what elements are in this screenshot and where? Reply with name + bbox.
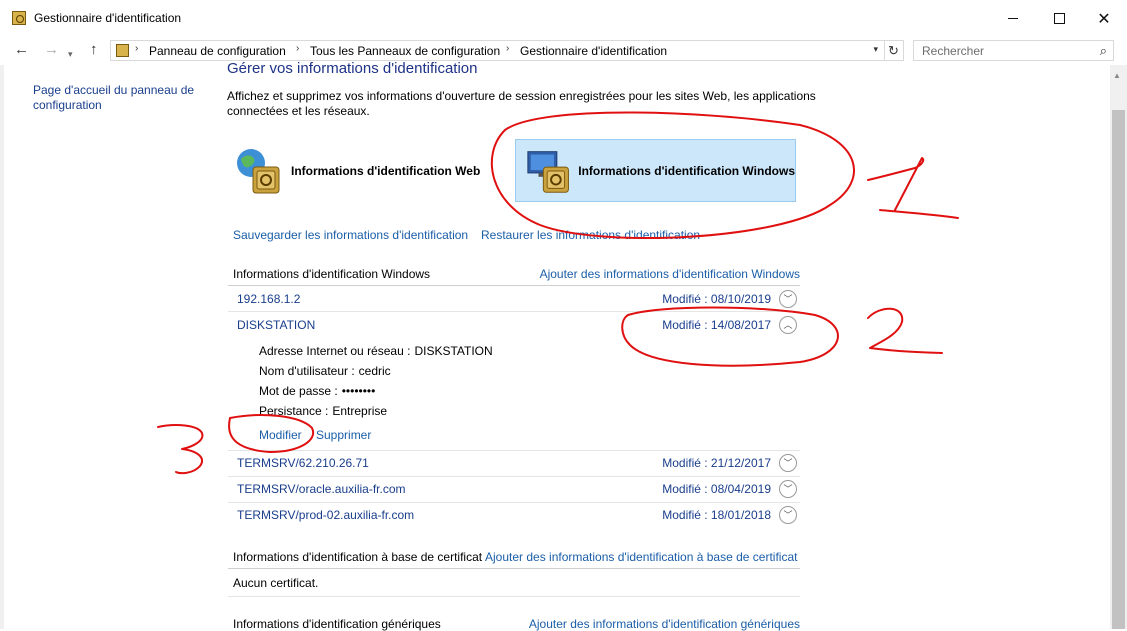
divider	[228, 285, 800, 286]
control-panel-icon	[116, 44, 129, 57]
left-edge	[0, 65, 4, 629]
detail-username-label: Nom d'utilisateur :	[259, 364, 355, 378]
minimize-button[interactable]	[990, 0, 1036, 37]
divider	[228, 311, 800, 312]
backup-credentials-link[interactable]: Sauvegarder les informations d'identific…	[233, 228, 468, 242]
search-placeholder: Rechercher	[922, 44, 985, 58]
breadcrumb-control-panel[interactable]: Panneau de configuration	[149, 44, 286, 58]
scrollbar-thumb[interactable]	[1112, 110, 1125, 629]
credential-manager-icon	[12, 11, 26, 25]
collapse-chevron-up-icon[interactable]: ︿	[779, 316, 797, 334]
address-bar[interactable]: › Panneau de configuration › Tous les Pa…	[110, 40, 885, 61]
credential-item-modified: Modifié : 21/12/2017	[662, 456, 771, 470]
no-certificate-text: Aucun certificat.	[233, 576, 319, 590]
credential-item-name[interactable]: TERMSRV/oracle.auxilia-fr.com	[237, 482, 406, 496]
divider	[228, 476, 800, 477]
divider	[228, 450, 800, 451]
credential-item-name[interactable]: TERMSRV/prod-02.auxilia-fr.com	[237, 508, 414, 522]
breadcrumb-separator-icon[interactable]: ›	[135, 43, 138, 54]
expand-chevron-down-icon[interactable]: ﹀	[779, 290, 797, 308]
detail-persistence-label: Persistance :	[259, 404, 329, 418]
detail-password-label: Mot de passe :	[259, 384, 338, 398]
detail-password-value: ••••••••	[341, 384, 376, 398]
back-arrow-icon[interactable]: ←	[14, 42, 29, 58]
credential-item-modified: Modifié : 18/01/2018	[662, 508, 771, 522]
credential-item-name[interactable]: TERMSRV/62.210.26.71	[237, 456, 369, 470]
divider	[228, 568, 800, 569]
windows-credentials-icon	[527, 150, 569, 193]
title-bar: Gestionnaire d'identification ✕	[0, 0, 1127, 37]
breadcrumb-all-panels[interactable]: Tous les Panneaux de configuration	[310, 44, 500, 58]
search-input[interactable]: Rechercher ⌕	[913, 40, 1114, 61]
detail-persistence-value: Entreprise	[332, 404, 388, 418]
address-dropdown-chevron-icon[interactable]: ▾	[873, 44, 878, 55]
detail-password: Mot de passe : ••••••••	[259, 384, 375, 398]
window-title: Gestionnaire d'identification	[34, 11, 182, 25]
divider	[228, 596, 800, 597]
credential-item-modified: Modifié : 08/10/2019	[662, 292, 771, 306]
credential-item-name[interactable]: 192.168.1.2	[237, 292, 300, 306]
web-credentials-icon	[237, 148, 280, 193]
maximize-icon	[1053, 13, 1065, 24]
expand-chevron-down-icon[interactable]: ﹀	[779, 454, 797, 472]
detail-address-label: Adresse Internet ou réseau :	[259, 344, 411, 358]
credential-item-modified: Modifié : 08/04/2019	[662, 482, 771, 496]
detail-username-value: cedric	[358, 364, 391, 378]
expand-chevron-down-icon[interactable]: ﹀	[779, 506, 797, 524]
close-icon: ✕	[1097, 10, 1111, 28]
up-arrow-icon[interactable]: ↑	[90, 42, 98, 58]
certificate-section-title: Informations d'identification à base de …	[233, 550, 483, 564]
add-windows-credential-link[interactable]: Ajouter des informations d'identificatio…	[540, 267, 800, 281]
divider	[228, 502, 800, 503]
restore-credentials-link[interactable]: Restaurer les informations d'identificat…	[481, 228, 700, 242]
recent-locations-chevron-icon[interactable]: ▾	[68, 46, 73, 62]
tab-web-credentials[interactable]: Informations d'identification Web	[233, 139, 498, 202]
page-title: Gérer vos informations d'identification	[227, 60, 478, 77]
refresh-icon: ↻	[888, 43, 899, 58]
detail-username: Nom d'utilisateur : cedric	[259, 364, 391, 378]
credential-item-name[interactable]: DISKSTATION	[237, 318, 315, 332]
forward-arrow-icon[interactable]: →	[44, 42, 59, 58]
credential-item-modified: Modifié : 14/08/2017	[662, 318, 771, 332]
windows-credentials-label: Informations d'identification Windows	[578, 163, 795, 178]
breadcrumb-separator-icon[interactable]: ›	[296, 43, 299, 54]
edit-credential-link[interactable]: Modifier	[259, 428, 302, 442]
windows-section-title: Informations d'identification Windows	[233, 267, 431, 281]
breadcrumb-credential-manager[interactable]: Gestionnaire d'identification	[520, 44, 667, 58]
refresh-button[interactable]: ↻	[884, 40, 904, 61]
detail-address-value: DISKSTATION	[414, 344, 493, 358]
detail-address: Adresse Internet ou réseau : DISKSTATION	[259, 344, 493, 358]
minimize-icon	[1008, 18, 1018, 19]
search-icon[interactable]: ⌕	[1100, 43, 1107, 59]
page-description: Affichez et supprimez vos informations d…	[227, 89, 816, 118]
web-credentials-label: Informations d'identification Web	[291, 163, 481, 178]
tab-windows-credentials[interactable]: Informations d'identification Windows	[515, 139, 796, 202]
breadcrumb-separator-icon[interactable]: ›	[506, 43, 509, 54]
close-button[interactable]: ✕	[1081, 0, 1127, 37]
control-panel-home-link[interactable]: Page d'accueil du panneau de configurati…	[33, 83, 203, 113]
add-certificate-credential-link[interactable]: Ajouter des informations d'identificatio…	[485, 550, 797, 564]
detail-persistence: Persistance : Entreprise	[259, 404, 387, 418]
expand-chevron-down-icon[interactable]: ﹀	[779, 480, 797, 498]
delete-credential-link[interactable]: Supprimer	[316, 428, 371, 442]
scroll-up-arrow-icon[interactable]: ▲	[1113, 71, 1121, 80]
maximize-button[interactable]	[1036, 0, 1082, 37]
